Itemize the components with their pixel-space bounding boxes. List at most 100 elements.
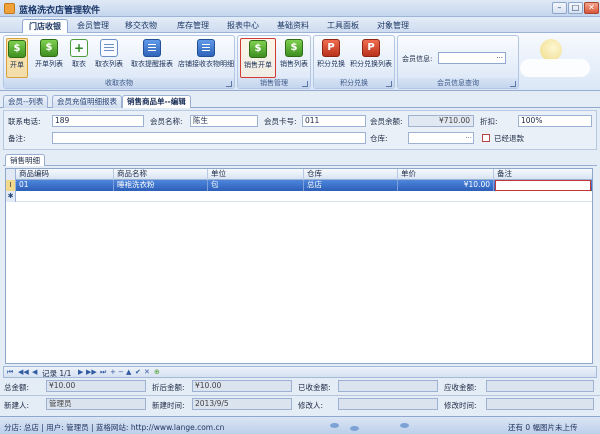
column-header-name[interactable]: 商品名称: [114, 169, 208, 180]
member-name-label: 会员名称:: [150, 117, 183, 126]
grid-header: 商品编码 商品名称 单位 仓库 单价 备注: [6, 169, 592, 180]
cell-unit[interactable]: 包: [208, 180, 304, 191]
column-header-code[interactable]: 商品编码: [16, 169, 114, 180]
menu-tab-member[interactable]: 会员管理: [72, 19, 114, 33]
order-list-button[interactable]: 开单列表: [32, 38, 66, 78]
open-order-button[interactable]: 开单: [6, 38, 28, 78]
received-amount-value: [338, 380, 438, 392]
next-page-icon[interactable]: ▶▶: [86, 368, 97, 376]
group-launcher-icon[interactable]: [510, 81, 516, 87]
last-record-icon[interactable]: ⏭: [100, 368, 106, 377]
edit-record-icon[interactable]: ▲: [126, 368, 131, 376]
delete-record-icon[interactable]: −: [118, 368, 124, 376]
member-info-input[interactable]: ···: [438, 52, 506, 64]
column-header-price[interactable]: 单价: [398, 169, 494, 180]
menu-tab-reports[interactable]: 报表中心: [222, 19, 264, 33]
group-launcher-icon[interactable]: [226, 81, 232, 87]
column-header-note[interactable]: 备注: [494, 169, 592, 180]
tab-sales-detail[interactable]: 销售明细: [5, 154, 45, 166]
new-row-selector-icon[interactable]: ✱: [6, 191, 16, 202]
add-document-icon: [70, 39, 88, 57]
dollar-icon: [40, 39, 58, 57]
pickup-list-button[interactable]: 取衣列表: [92, 38, 126, 78]
column-header-unit[interactable]: 单位: [208, 169, 304, 180]
document-list-icon: [100, 39, 118, 57]
dollar-icon: [249, 40, 267, 58]
first-record-icon[interactable]: ⏮: [7, 368, 13, 377]
warehouse-select[interactable]: ···: [408, 132, 474, 144]
menu-tab-inventory[interactable]: 库存管理: [172, 19, 214, 33]
points-icon: [322, 39, 340, 57]
maximize-button[interactable]: □: [568, 2, 583, 14]
prev-page-icon[interactable]: ◀◀: [18, 368, 29, 376]
menu-bar: 门店收银 会员管理 移交衣物 库存管理 报表中心 基础资料 工具面板 对象管理: [0, 17, 600, 33]
minimize-button[interactable]: –: [552, 2, 567, 14]
column-header-warehouse[interactable]: 仓库: [304, 169, 398, 180]
card-number-input[interactable]: 011: [302, 115, 366, 127]
doc-tab-sales-edit[interactable]: 销售商品单--编辑: [122, 95, 191, 108]
cell-warehouse[interactable]: 总店: [304, 180, 398, 191]
group-label-member-query: 会员信息查询: [398, 78, 518, 88]
cell-price[interactable]: ¥10.00: [398, 180, 494, 191]
cell-name[interactable]: 睡袍洗衣粉: [114, 180, 208, 191]
ellipsis-icon[interactable]: ···: [465, 133, 472, 143]
note-input[interactable]: [52, 132, 366, 144]
member-info-label: 会员信息:: [402, 55, 433, 63]
group-launcher-icon[interactable]: [302, 81, 308, 87]
row-selector-header: [6, 169, 16, 180]
doc-tab-recharge-report[interactable]: 会员充值明细报表: [52, 95, 122, 108]
phone-input[interactable]: 189: [52, 115, 144, 127]
menu-tab-transfer[interactable]: 移交衣物: [120, 19, 162, 33]
cell-note-editor[interactable]: [495, 180, 591, 191]
dollar-icon: [8, 40, 26, 58]
cloud-decoration-icon: [520, 59, 590, 77]
app-logo-icon: [4, 3, 15, 14]
sales-form: 联系电话: 189 会员名称: 陈生 会员卡号: 011 会员余额: ¥710.…: [3, 110, 597, 150]
refunded-label: 已经退款: [494, 134, 524, 143]
discounted-amount-label: 折后金额:: [152, 383, 185, 392]
refresh-icon[interactable]: ⊕: [154, 368, 160, 376]
cell-code[interactable]: 01: [16, 180, 114, 191]
menu-tab-objects[interactable]: 对象管理: [372, 19, 414, 33]
discount-input[interactable]: 100%: [518, 115, 592, 127]
creator-label: 新建人:: [4, 401, 30, 410]
created-time-value: 2013/9/5: [192, 398, 292, 410]
phone-label: 联系电话:: [8, 117, 41, 126]
receivable-amount-value: [486, 380, 594, 392]
report-icon: [197, 39, 215, 57]
menu-tab-base-data[interactable]: 基础资料: [272, 19, 314, 33]
group-label-sales: 销售管理: [238, 78, 310, 88]
menu-tab-tools[interactable]: 工具面板: [322, 19, 364, 33]
warehouse-label: 仓库:: [370, 134, 388, 143]
sales-order-button[interactable]: 销售开单: [240, 38, 276, 78]
close-button[interactable]: ✕: [584, 2, 599, 14]
menu-tab-store-checkout[interactable]: 门店收银: [22, 19, 68, 33]
status-right-text: 还有 0 幅图片未上传: [508, 423, 578, 432]
save-record-icon[interactable]: ✔: [135, 368, 141, 376]
table-row[interactable]: I 01 睡袍洗衣粉 包 总店 ¥10.00: [6, 180, 592, 191]
group-member-query: 会员信息: ··· 会员信息查询: [397, 35, 519, 89]
member-name-input[interactable]: 陈生: [190, 115, 258, 127]
report-icon: [143, 39, 161, 57]
pickup-button[interactable]: 取衣: [68, 38, 90, 78]
sales-detail-grid: 商品编码 商品名称 单位 仓库 单价 备注 I 01 睡袍洗衣粉 包 总店 ¥1…: [5, 168, 593, 364]
group-launcher-icon[interactable]: [386, 81, 392, 87]
sales-list-button[interactable]: 销售列表: [278, 38, 310, 78]
modifier-label: 修改人:: [298, 401, 324, 410]
add-record-icon[interactable]: +: [110, 368, 116, 376]
row-selector[interactable]: I: [6, 180, 16, 191]
note-label: 备注:: [8, 134, 26, 143]
next-record-icon[interactable]: ▶: [78, 368, 83, 376]
points-icon: [362, 39, 380, 57]
points-exchange-list-button[interactable]: 积分兑换列表: [348, 38, 394, 78]
doc-tab-member-list[interactable]: 会员--列表: [3, 95, 49, 108]
pickup-reminder-report-button[interactable]: 取衣提醒报表: [128, 38, 176, 78]
new-row[interactable]: ✱: [6, 191, 592, 202]
prev-record-icon[interactable]: ◀: [32, 368, 37, 376]
store-receive-detail-button[interactable]: 店铺接收衣物明细: [178, 38, 234, 78]
ribbon-toolbar: 开单 开单列表 取衣 取衣列表 取衣提醒报表 店铺接收衣物明细 收取衣物 销售开…: [0, 33, 600, 91]
cancel-record-icon[interactable]: ✕: [144, 368, 150, 376]
refunded-checkbox[interactable]: [482, 134, 490, 142]
points-exchange-button[interactable]: 积分兑换: [316, 38, 346, 78]
group-label-points: 积分兑换: [314, 78, 394, 88]
